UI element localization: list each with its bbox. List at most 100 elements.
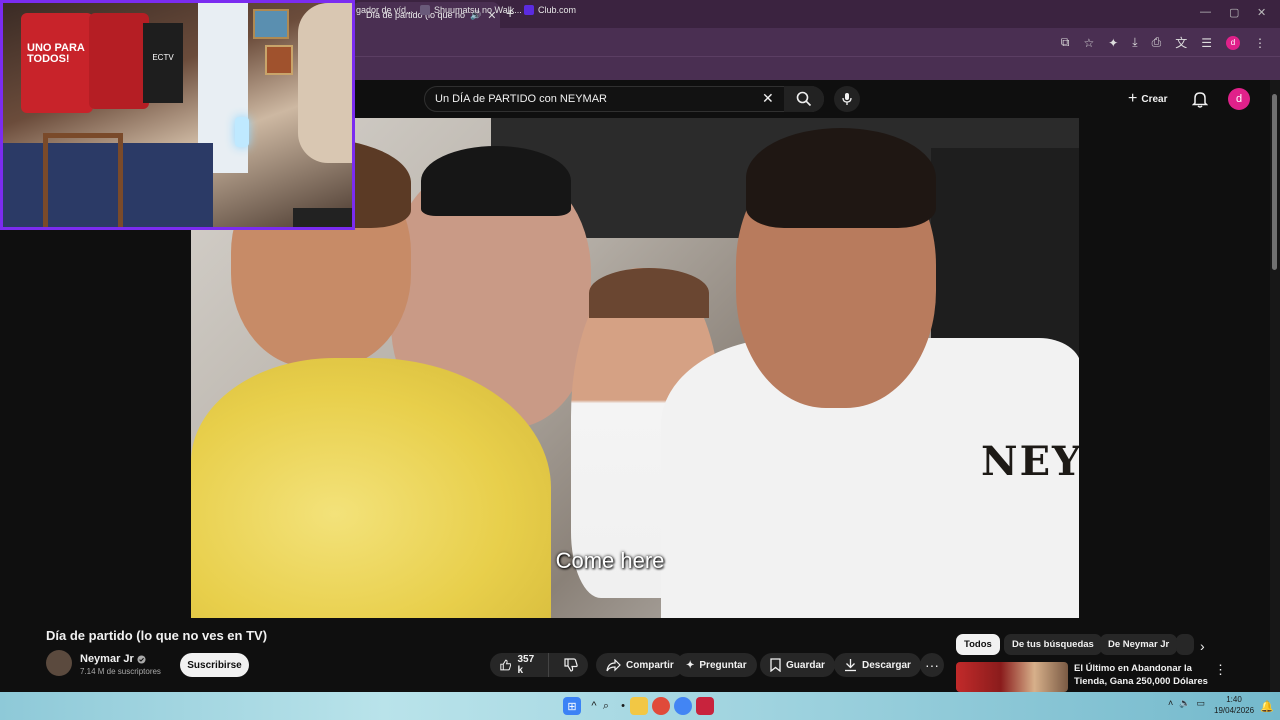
save-button[interactable]: Guardar — [760, 653, 835, 677]
taskbar-clock[interactable]: 1:40 19/04/2026 — [1214, 694, 1254, 716]
microphone-icon — [842, 93, 852, 105]
webcam-streamer — [298, 3, 352, 163]
subscribe-button[interactable]: Suscribirse — [180, 653, 249, 677]
jersey-text: ECTV — [152, 53, 174, 62]
install-app-icon[interactable]: ⧉ — [1061, 35, 1070, 50]
recommended-title[interactable]: El Último en Abandonar la Tienda, Gana 2… — [1074, 662, 1209, 688]
create-label: Crear — [1141, 93, 1168, 105]
maximize-button[interactable]: ▢ — [1229, 6, 1239, 19]
chip-all[interactable]: Todos — [956, 634, 1000, 655]
bell-icon — [1191, 92, 1209, 108]
like-button[interactable]: 357 k — [490, 653, 549, 677]
webcam-jersey: ECTV — [143, 23, 183, 103]
search-value: Un DÍA de PARTIDO con NEYMAR — [435, 93, 607, 105]
search-button[interactable] — [784, 86, 824, 112]
like-count: 357 k — [517, 654, 535, 676]
network-icon[interactable]: ▭ — [1196, 698, 1205, 709]
chrome-icon[interactable] — [652, 697, 670, 715]
webcam-picture-frame — [253, 9, 289, 39]
clock-time: 1:40 — [1226, 695, 1242, 704]
bookmark-item[interactable]: Club.com — [524, 5, 576, 15]
video-caption: Come here — [555, 548, 665, 573]
webcam-overlay: UNO PARA TODOS! ECTV — [0, 0, 355, 230]
share-button[interactable]: Compartir — [596, 653, 684, 677]
bookmark-icon — [770, 658, 781, 672]
bookmark-favicon — [420, 5, 430, 15]
webcam-keyboard — [293, 208, 352, 227]
create-button[interactable]: + Crear — [1128, 90, 1167, 108]
subscriber-count: 7.14 M de suscriptores — [80, 667, 161, 676]
bookmark-label: Club.com — [538, 5, 577, 15]
ask-button[interactable]: ✦ Preguntar — [676, 653, 757, 677]
system-tray: ˄ 🔈 ▭ — [1168, 698, 1205, 709]
search-icon — [796, 91, 812, 107]
translate-icon[interactable]: 文 — [1175, 34, 1187, 51]
chevron-right-icon[interactable]: › — [1200, 638, 1205, 654]
video-scene — [589, 268, 709, 318]
video-title: Día de partido (lo que no ves en TV) — [46, 628, 268, 643]
chrome-icon[interactable] — [674, 697, 692, 715]
video-scene — [191, 358, 551, 618]
webcam-jersey — [89, 13, 149, 109]
clock-date: 19/04/2026 — [1214, 706, 1255, 715]
chip-overflow[interactable] — [1176, 634, 1194, 655]
ask-label: Preguntar — [699, 659, 747, 671]
voice-search-button[interactable] — [834, 86, 860, 112]
account-avatar[interactable]: d — [1228, 88, 1250, 110]
app-icon[interactable] — [696, 697, 714, 715]
save-label: Guardar — [786, 659, 825, 671]
notification-icon[interactable]: 🔔 — [1258, 697, 1276, 715]
recommended-menu-icon[interactable]: ⋮ — [1214, 662, 1227, 678]
downloads-icon[interactable]: ⤓ — [1132, 35, 1137, 50]
webcam-picture-frame — [265, 45, 293, 75]
start-icon[interactable]: ⊞ — [563, 697, 581, 715]
chevron-up-icon[interactable]: ˄ — [1168, 698, 1173, 709]
bookmark-item[interactable]: Shuumatsu no Walk... — [420, 5, 522, 15]
share-label: Compartir — [626, 659, 674, 671]
screen: Día de partido (lo que no ves en TV) 🔊 ✕… — [0, 0, 1280, 720]
thumbs-down-icon — [564, 658, 578, 672]
thumbs-up-icon — [500, 659, 512, 671]
extensions-icon[interactable]: ✦ — [1108, 36, 1118, 50]
verified-icon — [137, 654, 146, 664]
jersey-text: UNO PARA TODOS! — [27, 42, 85, 65]
profile-avatar[interactable]: d — [1226, 35, 1240, 50]
scrollbar-thumb[interactable] — [1272, 94, 1277, 270]
plus-icon: + — [1128, 90, 1138, 107]
download-button[interactable]: Descargar — [834, 653, 921, 677]
file-explorer-icon[interactable] — [630, 697, 648, 715]
shirt-lettering: NEY — [981, 438, 1079, 485]
webcam-lamp — [235, 117, 249, 147]
browser-menu-icon[interactable]: ⋮ — [1254, 36, 1266, 50]
notifications-button[interactable] — [1191, 90, 1209, 113]
cast-icon[interactable]: ⎙ — [1152, 35, 1162, 50]
webcam-jersey: UNO PARA TODOS! — [21, 13, 93, 113]
channel-name-text: Neymar Jr — [80, 653, 134, 665]
share-icon — [606, 658, 621, 671]
download-icon — [845, 659, 856, 672]
close-window-button[interactable]: ✕ — [1257, 6, 1266, 19]
download-label: Descargar — [862, 659, 911, 671]
dislike-button[interactable] — [554, 658, 588, 672]
bookmark-label: Shuumatsu no Walk... — [434, 5, 522, 15]
taskbar-search-icon[interactable]: ⌕ — [597, 697, 615, 715]
volume-icon[interactable]: 🔈 — [1179, 698, 1190, 709]
chip-from-searches[interactable]: De tus búsquedas — [1004, 634, 1102, 655]
bookmark-star-icon[interactable]: ☆ — [1083, 36, 1094, 50]
more-actions-button[interactable]: ··· — [920, 653, 944, 677]
toolbar-icons: ⧉ ☆ ✦ ⤓ ⎙ 文 ☰ d ⋮ — [1061, 34, 1266, 51]
video-scene — [746, 128, 936, 228]
channel-name[interactable]: Neymar Jr — [80, 653, 146, 665]
bookmark-favicon — [524, 5, 534, 15]
clear-search-icon[interactable]: ✕ — [762, 90, 774, 107]
chip-from-channel[interactable]: De Neymar Jr — [1100, 634, 1178, 655]
reading-list-icon[interactable]: ☰ — [1201, 36, 1212, 50]
like-dislike-group: 357 k — [490, 653, 588, 677]
bookmark-item[interactable]: gador de víd... — [356, 5, 414, 15]
bookmark-label: gador de víd... — [356, 5, 414, 15]
recommended-thumbnail[interactable] — [956, 662, 1068, 692]
channel-avatar[interactable] — [46, 650, 72, 676]
minimize-button[interactable]: — — [1200, 6, 1211, 18]
video-scene — [421, 146, 571, 216]
webcam-chair — [43, 133, 123, 227]
